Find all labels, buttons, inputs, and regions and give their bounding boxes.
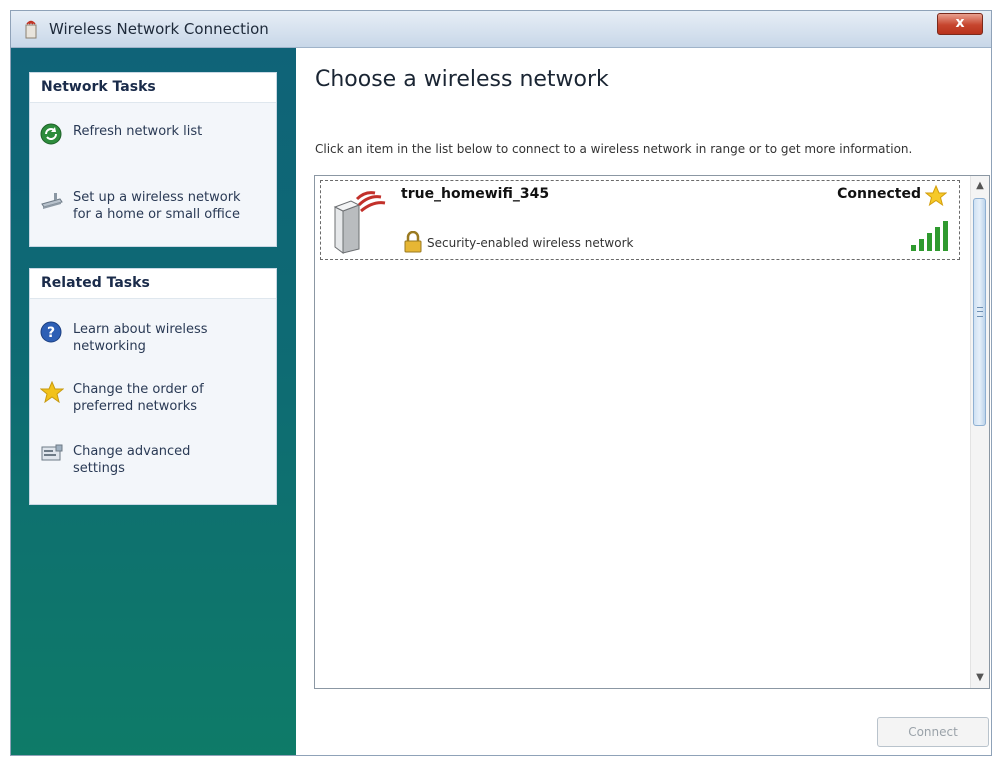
close-icon: x xyxy=(955,15,965,31)
task-setup-wireless-network[interactable]: Set up a wireless network for a home or … xyxy=(40,189,268,225)
lock-icon xyxy=(403,230,423,253)
window-title: Wireless Network Connection xyxy=(49,20,269,38)
star-icon xyxy=(39,380,65,404)
task-label: Refresh network list xyxy=(73,124,203,139)
connect-button[interactable]: Connect xyxy=(877,717,989,747)
network-name: true_homewifi_345 xyxy=(401,186,550,202)
help-icon: ? xyxy=(40,321,64,343)
main-content: Choose a wireless network Click an item … xyxy=(297,48,991,755)
signal-strength-icon xyxy=(909,219,953,253)
network-tasks-panel: Network Tasks Refresh network list Set u… xyxy=(29,72,277,247)
svg-text:?: ? xyxy=(47,325,55,341)
preferred-star-icon xyxy=(924,184,948,207)
task-label: Learn about wireless networking xyxy=(73,322,208,354)
title-bar: Wireless Network Connection x xyxy=(11,11,991,48)
close-button[interactable]: x xyxy=(937,13,983,35)
settings-icon xyxy=(40,443,64,465)
scroll-grip-icon xyxy=(977,307,983,317)
vertical-scrollbar[interactable]: ▲ ▼ xyxy=(970,176,989,688)
task-learn-wireless-networking[interactable]: ? Learn about wireless networking xyxy=(40,321,268,357)
network-tasks-header: Network Tasks xyxy=(30,73,276,103)
scroll-up-arrow-icon[interactable]: ▲ xyxy=(971,176,989,196)
wireless-router-icon xyxy=(329,185,389,255)
wireless-app-icon xyxy=(23,19,39,39)
network-list: true_homewifi_345 Connected Security-ena… xyxy=(314,175,990,689)
task-label: Change advanced settings xyxy=(73,444,191,476)
page-title: Choose a wireless network xyxy=(315,67,609,92)
related-tasks-panel: Related Tasks ? Learn about wireless net… xyxy=(29,268,277,505)
task-label: Change the order of preferred networks xyxy=(73,382,204,414)
task-label: Set up a wireless network for a home or … xyxy=(73,190,241,222)
task-refresh-network-list[interactable]: Refresh network list xyxy=(40,123,268,145)
task-change-network-order[interactable]: Change the order of preferred networks xyxy=(39,380,268,417)
scroll-down-arrow-icon[interactable]: ▼ xyxy=(971,668,989,688)
connection-status: Connected xyxy=(837,186,921,202)
network-list-item[interactable]: true_homewifi_345 Connected Security-ena… xyxy=(320,180,960,260)
wireless-network-window: Wireless Network Connection x Network Ta… xyxy=(10,10,992,756)
refresh-icon xyxy=(40,123,64,145)
setup-network-icon xyxy=(40,189,64,211)
sidebar: Network Tasks Refresh network list Set u… xyxy=(11,48,296,755)
scroll-thumb[interactable] xyxy=(973,198,986,426)
instructions-text: Click an item in the list below to conne… xyxy=(315,142,913,156)
task-change-advanced-settings[interactable]: Change advanced settings xyxy=(40,443,268,479)
related-tasks-header: Related Tasks xyxy=(30,269,276,299)
security-status: Security-enabled wireless network xyxy=(427,236,634,250)
